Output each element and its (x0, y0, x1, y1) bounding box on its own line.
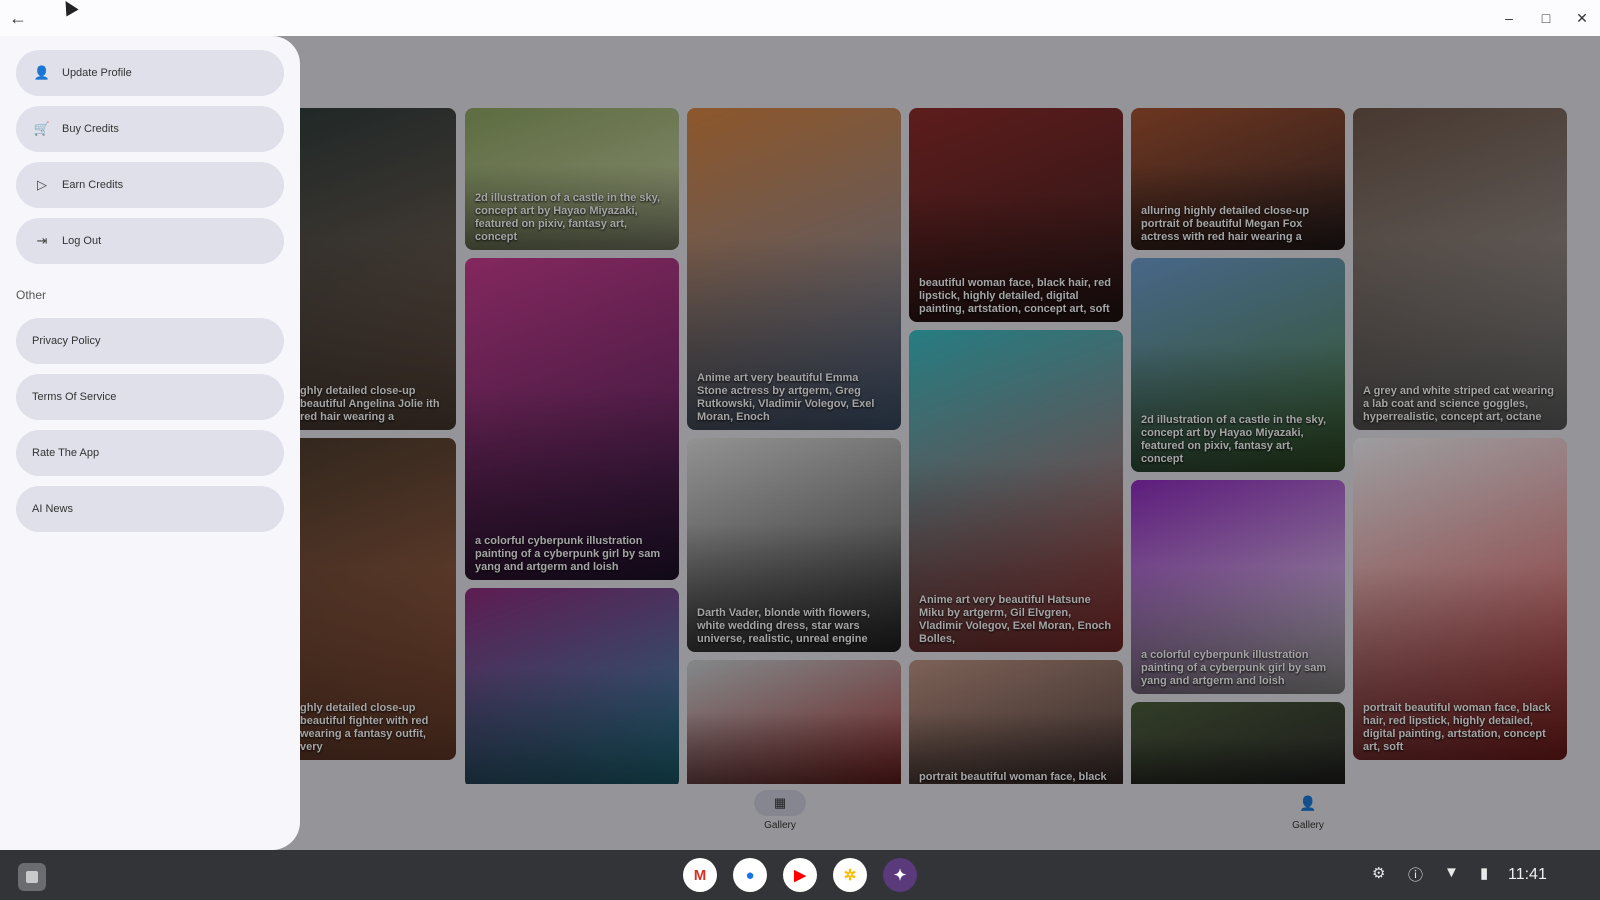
battery-icon[interactable]: ▮ (1480, 864, 1488, 882)
minimize-button[interactable]: – (1497, 6, 1521, 30)
terms-of-service-label: Terms Of Service (32, 391, 117, 403)
navigation-drawer: 👤 Update Profile 🛒 Buy Credits ▷ Earn Cr… (0, 36, 300, 850)
launcher-icon (26, 871, 38, 883)
update-profile-button[interactable]: 👤 Update Profile (16, 50, 284, 96)
other-section-heading: Other (16, 288, 47, 302)
chrome-icon[interactable]: ● (733, 858, 767, 892)
photos-icon[interactable]: ✲ (833, 858, 867, 892)
buy-credits-label: Buy Credits (62, 123, 119, 135)
buy-credits-button[interactable]: 🛒 Buy Credits (16, 106, 284, 152)
clock[interactable]: 11:41 (1508, 866, 1547, 884)
earn-credits-button[interactable]: ▷ Earn Credits (16, 162, 284, 208)
youtube-icon[interactable]: ▶ (783, 858, 817, 892)
privacy-policy-label: Privacy Policy (32, 335, 101, 347)
ai-news-button[interactable]: AI News (16, 486, 284, 532)
rate-the-app-label: Rate The App (32, 447, 100, 459)
privacy-policy-button[interactable]: Privacy Policy (16, 318, 284, 364)
cart-icon: 🛒 (33, 121, 51, 136)
terms-of-service-button[interactable]: Terms Of Service (16, 374, 284, 420)
earn-credits-label: Earn Credits (62, 179, 124, 191)
close-button[interactable]: ✕ (1570, 6, 1594, 30)
log-out-label: Log Out (62, 235, 102, 247)
gallery-app-icon[interactable]: ✦ (883, 858, 917, 892)
title-bar: ← – □ ✕ (0, 0, 1600, 36)
gmail-icon[interactable]: M (683, 858, 717, 892)
log-out-button[interactable]: ⇥ Log Out (16, 218, 284, 264)
system-shelf: M ● ▶ ✲ ✦ ⚙ ⓘ ▼ ▮ 11:41 (0, 850, 1600, 900)
logout-icon: ⇥ (36, 233, 48, 248)
ai-news-label: AI News (32, 503, 73, 515)
maximize-button[interactable]: □ (1534, 6, 1558, 30)
wifi-icon[interactable]: ▼ (1444, 864, 1459, 881)
settings-icon[interactable]: ⚙ (1372, 864, 1385, 882)
person-icon: 👤 (33, 65, 51, 80)
launcher-button[interactable] (18, 863, 46, 891)
rate-the-app-button[interactable]: Rate The App (16, 430, 284, 476)
back-arrow-icon[interactable]: ← (6, 6, 30, 30)
play-icon: ▷ (37, 177, 47, 192)
update-profile-label: Update Profile (62, 67, 132, 79)
info-icon[interactable]: ⓘ (1408, 864, 1423, 885)
